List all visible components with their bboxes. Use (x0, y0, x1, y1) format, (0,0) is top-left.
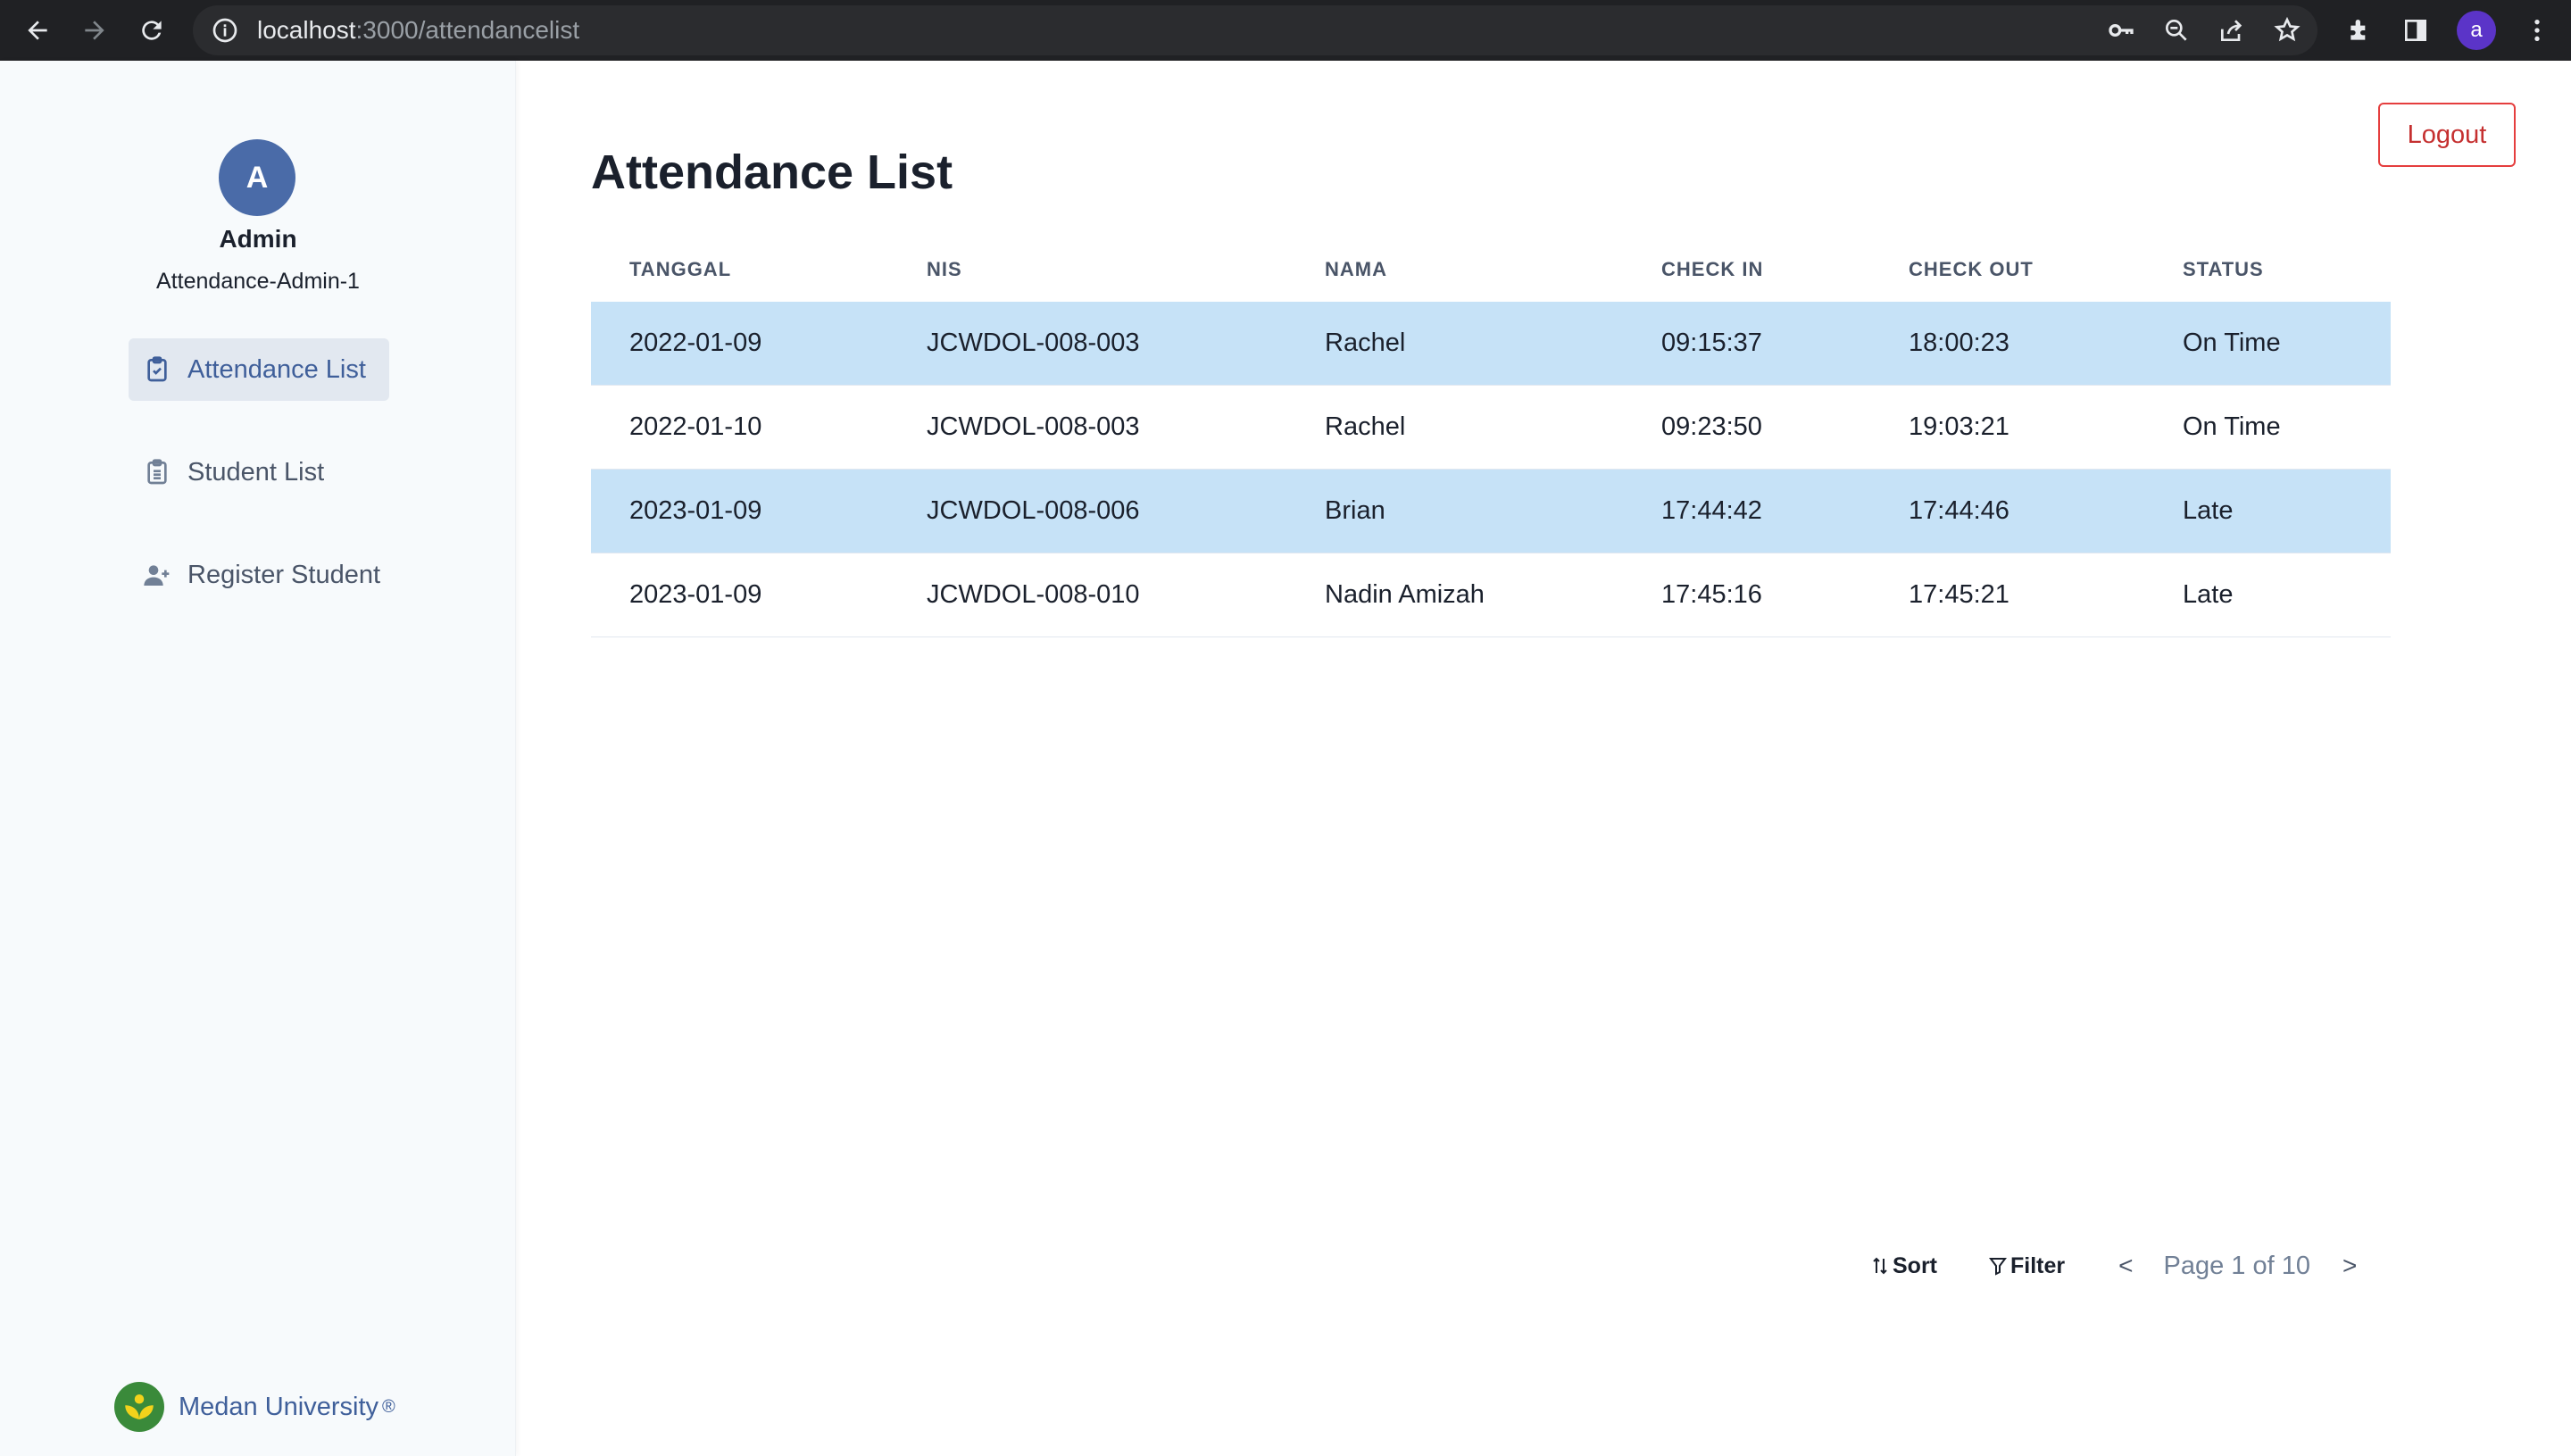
prev-page-button[interactable]: < (2118, 1252, 2133, 1280)
cell-nis: JCWDOL-008-010 (927, 580, 1140, 609)
cell-tanggal: 2022-01-09 (629, 329, 762, 357)
table-footer: Sort Filter < Page 1 of 10 > (1871, 1241, 2357, 1291)
cell-check-in: 09:15:37 (1661, 329, 1762, 357)
registered-mark: ® (382, 1396, 395, 1417)
user-id: Attendance-Admin-1 (156, 269, 360, 294)
star-icon[interactable] (2273, 16, 2301, 45)
puzzle-icon[interactable] (2346, 16, 2375, 45)
clipboard-icon (147, 356, 167, 382)
clipboard-list-icon (147, 459, 167, 485)
cell-nama: Brian (1325, 496, 1385, 525)
cell-check-in: 09:23:50 (1661, 412, 1762, 441)
table-row[interactable]: 2022-01-10 JCWDOL-008-003 Rachel 09:23:5… (591, 386, 2391, 470)
profile-avatar[interactable]: a (2457, 11, 2496, 50)
cell-check-out: 18:00:23 (1909, 329, 2009, 357)
user-name: Admin (219, 225, 297, 253)
reload-button[interactable] (123, 0, 180, 61)
key-icon[interactable] (2107, 16, 2135, 45)
zoom-icon[interactable] (2162, 16, 2191, 45)
url-path: :3000/attendancelist (355, 16, 580, 44)
sidebar-item-label: Student List (187, 457, 325, 487)
cell-status: Late (2183, 496, 2234, 525)
university-logo-icon (114, 1382, 164, 1432)
arrow-right-icon (85, 21, 104, 40)
avatar: A (219, 139, 295, 216)
table-row[interactable]: 2022-01-09 JCWDOL-008-003 Rachel 09:15:3… (591, 302, 2391, 386)
cell-check-in: 17:45:16 (1661, 580, 1762, 609)
cell-tanggal: 2022-01-10 (629, 412, 762, 441)
cell-tanggal: 2023-01-09 (629, 580, 762, 609)
info-icon (212, 18, 237, 43)
sidebar: A Admin Attendance-Admin-1 Attendance Li… (0, 61, 516, 1456)
browser-toolbar: localhost:3000/attendancelist a (0, 0, 2571, 61)
sort-label: Sort (1893, 1252, 1937, 1278)
brand: Medan University ® (114, 1382, 395, 1432)
cell-check-out: 17:44:46 (1909, 496, 2009, 525)
cell-nis: JCWDOL-008-006 (927, 496, 1140, 525)
column-header-nis[interactable]: NIS (927, 258, 962, 281)
back-button[interactable] (9, 0, 66, 61)
table-row[interactable]: 2023-01-09 JCWDOL-008-006 Brian 17:44:42… (591, 470, 2391, 553)
page-title: Attendance List (591, 146, 953, 199)
sidebar-item-register-student[interactable]: Register Student (129, 544, 404, 606)
address-bar[interactable]: localhost:3000/attendancelist (193, 5, 2317, 55)
cell-status: On Time (2183, 329, 2281, 357)
reload-icon (142, 21, 162, 40)
kebab-menu-icon[interactable] (2523, 16, 2551, 45)
sort-icon (1873, 1257, 1887, 1275)
extension-area: a (2346, 0, 2551, 61)
sidebar-item-student-list[interactable]: Student List (129, 441, 347, 503)
cell-nis: JCWDOL-008-003 (927, 412, 1140, 441)
brand-name: Medan University (179, 1392, 379, 1421)
cell-check-in: 17:44:42 (1661, 496, 1762, 525)
cell-check-out: 19:03:21 (1909, 412, 2009, 441)
share-icon[interactable] (2217, 16, 2246, 45)
cell-check-out: 17:45:21 (1909, 580, 2009, 609)
omnibox-actions (2107, 5, 2301, 55)
cell-nis: JCWDOL-008-003 (927, 329, 1140, 357)
sidepanel-icon[interactable] (2401, 16, 2430, 45)
arrow-left-icon (28, 21, 47, 40)
column-header-status[interactable]: STATUS (2183, 258, 2264, 281)
sidebar-item-attendance-list[interactable]: Attendance List (129, 338, 389, 401)
page-indicator: Page 1 of 10 (2163, 1251, 2310, 1280)
url-text: localhost:3000/attendancelist (257, 16, 579, 45)
sidebar-item-label: Attendance List (187, 354, 366, 384)
filter-button[interactable]: Filter (1989, 1253, 2065, 1279)
sort-button[interactable]: Sort (1871, 1253, 1937, 1279)
cell-nama: Nadin Amizah (1325, 580, 1485, 609)
logout-button[interactable]: Logout (2378, 103, 2516, 167)
next-page-button[interactable]: > (2342, 1252, 2357, 1280)
table-row[interactable]: 2023-01-09 JCWDOL-008-010 Nadin Amizah 1… (591, 553, 2391, 637)
cell-nama: Rachel (1325, 412, 1406, 441)
cell-tanggal: 2023-01-09 (629, 496, 762, 525)
cell-nama: Rachel (1325, 329, 1406, 357)
table-header: TANGGAL NIS NAMA CHECK IN CHECK OUT STAT… (591, 237, 2391, 302)
url-host: localhost (257, 16, 356, 44)
cell-status: On Time (2183, 412, 2281, 441)
column-header-check-in[interactable]: CHECK IN (1661, 258, 1763, 281)
user-plus-icon (144, 565, 170, 586)
cell-status: Late (2183, 580, 2234, 609)
sidebar-item-label: Register Student (187, 560, 381, 589)
attendance-table: TANGGAL NIS NAMA CHECK IN CHECK OUT STAT… (591, 237, 2391, 637)
column-header-check-out[interactable]: CHECK OUT (1909, 258, 2034, 281)
forward-button[interactable] (66, 0, 123, 61)
column-header-tanggal[interactable]: TANGGAL (629, 258, 731, 281)
filter-label: Filter (2010, 1252, 2066, 1278)
column-header-nama[interactable]: NAMA (1325, 258, 1387, 281)
filter-icon (1989, 1258, 2007, 1276)
